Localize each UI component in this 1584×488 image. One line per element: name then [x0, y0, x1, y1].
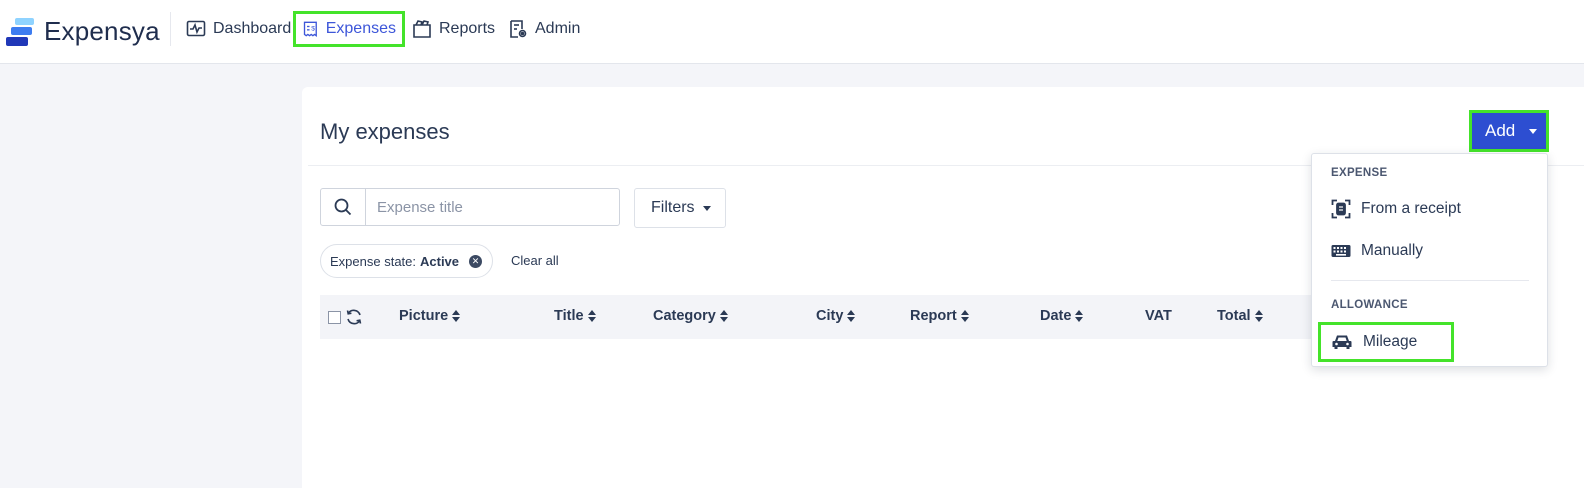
top-bar: Expensya Dashboard $ Expenses Reports Ad… — [0, 0, 1584, 64]
filters-button[interactable]: Filters — [634, 188, 726, 228]
nav-reports[interactable]: Reports — [406, 14, 501, 44]
column-city-label: City — [816, 308, 844, 324]
app-name: Expensya — [44, 16, 160, 46]
add-dropdown-menu: EXPENSE From a receipt Manually ALLOWANC… — [1311, 153, 1548, 367]
filter-chip-expense-state: Expense state: Active ✕ — [320, 244, 494, 278]
menu-item-manually-label: Manually — [1361, 242, 1424, 259]
refresh-icon[interactable] — [345, 308, 363, 326]
app-logo[interactable]: Expensya — [6, 16, 160, 47]
column-city[interactable]: City — [816, 308, 856, 324]
sort-icon — [1075, 310, 1084, 322]
column-report-label: Report — [910, 308, 957, 324]
page-title: My expenses — [320, 119, 450, 144]
column-total[interactable]: Total — [1217, 308, 1263, 324]
sort-icon — [847, 310, 856, 322]
sort-icon — [587, 310, 596, 322]
chevron-down-icon — [1529, 128, 1538, 134]
filter-chip-value: Active — [420, 253, 460, 269]
nav-reports-label: Reports — [439, 20, 496, 37]
search-button[interactable] — [321, 189, 366, 225]
receipt-scan-icon — [1331, 199, 1351, 219]
nav-expenses[interactable]: $ Expenses — [293, 11, 405, 47]
column-title-label: Title — [554, 308, 584, 324]
close-icon[interactable]: ✕ — [469, 254, 483, 268]
add-button[interactable]: Add — [1469, 110, 1549, 152]
add-button-label: Add — [1485, 121, 1516, 140]
column-picture[interactable]: Picture — [399, 308, 461, 324]
expensya-logo-icon — [6, 17, 34, 46]
menu-item-mileage[interactable]: Mileage — [1318, 322, 1454, 362]
filters-button-label: Filters — [651, 199, 695, 216]
car-icon — [1332, 335, 1352, 349]
clear-all-link[interactable]: Clear all — [511, 253, 559, 268]
chevron-down-icon — [702, 205, 711, 211]
keyboard-icon — [1331, 245, 1351, 257]
menu-item-from-receipt-label: From a receipt — [1361, 200, 1461, 217]
table-header: Picture Title Category City Report Date … — [320, 295, 1320, 339]
sort-icon — [452, 310, 461, 322]
sort-icon — [719, 310, 728, 322]
select-all-checkbox[interactable] — [328, 311, 341, 324]
search-box — [320, 188, 620, 226]
column-picture-label: Picture — [399, 308, 449, 324]
nav-admin[interactable]: Admin — [502, 14, 586, 44]
column-category[interactable]: Category — [653, 308, 728, 324]
expenses-icon: $ — [303, 21, 317, 38]
column-vat: VAT — [1145, 308, 1172, 324]
column-report[interactable]: Report — [910, 308, 969, 324]
svg-text:$: $ — [311, 26, 315, 33]
column-date-label: Date — [1040, 308, 1072, 324]
nav-dashboard-label: Dashboard — [213, 20, 292, 37]
column-total-label: Total — [1217, 308, 1251, 324]
column-category-label: Category — [653, 308, 716, 324]
nav-dashboard[interactable]: Dashboard — [180, 14, 297, 44]
filter-chip-key: Expense state: — [330, 253, 416, 269]
menu-item-manually[interactable]: Manually — [1331, 235, 1423, 267]
menu-item-from-receipt[interactable]: From a receipt — [1331, 193, 1461, 225]
menu-section-allowance: ALLOWANCE — [1331, 299, 1408, 311]
menu-item-mileage-label: Mileage — [1363, 333, 1418, 350]
dashboard-icon — [186, 20, 206, 37]
nav-admin-label: Admin — [535, 20, 581, 37]
search-input[interactable] — [366, 189, 619, 225]
sort-icon — [960, 310, 969, 322]
sort-icon — [1254, 310, 1263, 322]
nav-separator — [170, 12, 171, 46]
column-date[interactable]: Date — [1040, 308, 1084, 324]
search-icon — [334, 198, 352, 216]
admin-icon — [510, 20, 527, 38]
menu-divider — [1331, 280, 1529, 281]
column-vat-label: VAT — [1145, 308, 1172, 324]
column-title[interactable]: Title — [554, 308, 596, 324]
nav-expenses-label: Expenses — [325, 20, 396, 37]
menu-section-expense: EXPENSE — [1331, 167, 1388, 179]
reports-icon — [413, 20, 431, 38]
